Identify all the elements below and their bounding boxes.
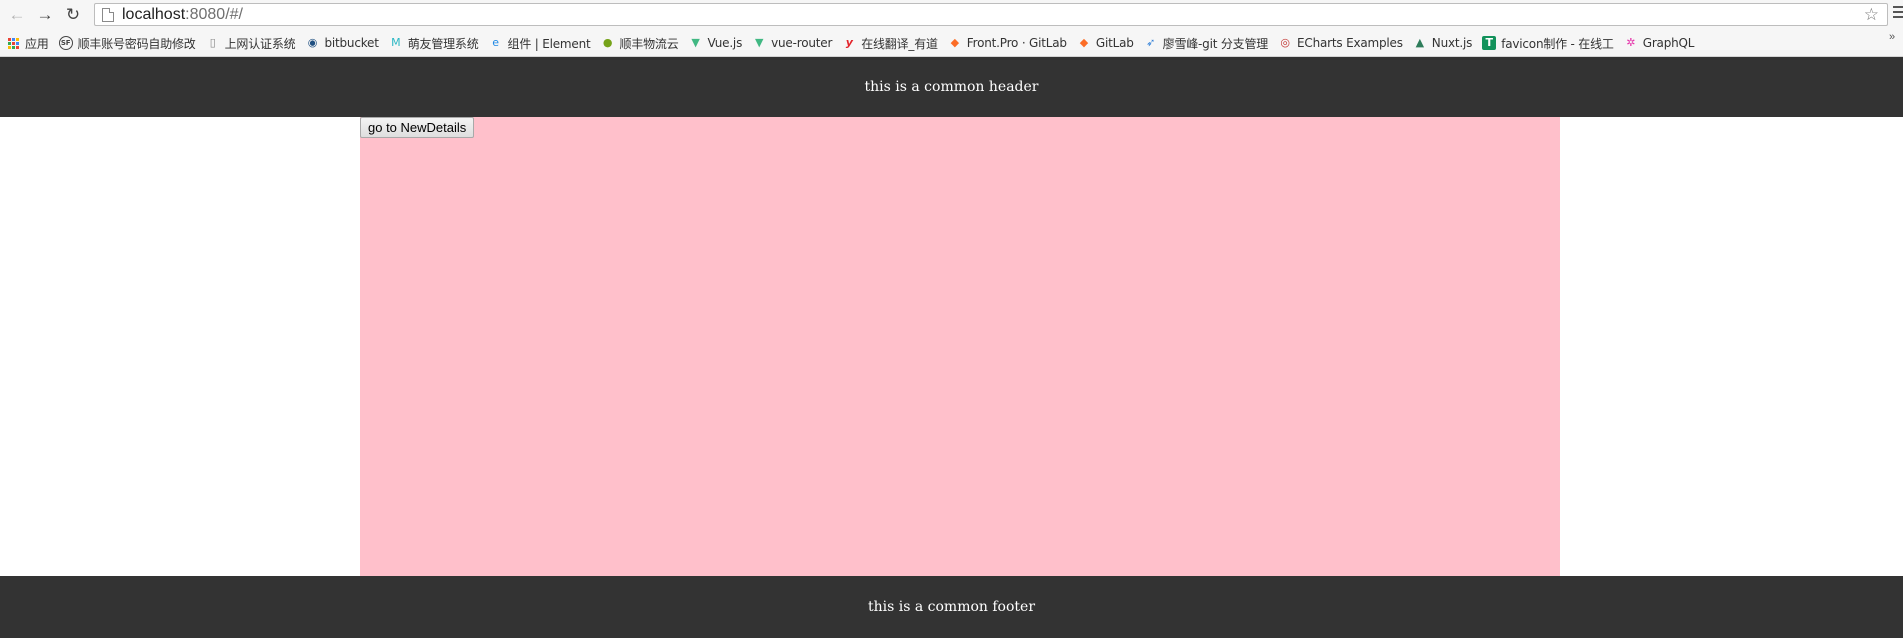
bookmark-item[interactable]: M 萌友管理系统 [389,35,479,52]
browser-menu-icon[interactable] [1893,6,1903,22]
url-host: localhost [122,5,186,23]
gitlab-icon: ◆ [950,36,959,49]
bookmark-label: 顺丰物流云 [619,36,679,51]
bookmark-item[interactable]: SF 顺丰账号密码自助修改 [58,35,196,52]
browser-toolbar: ← → ↻ localhost:8080/#/ ☆ [0,0,1903,29]
youdao-icon: y [845,36,853,49]
page-icon: ▯ [209,36,216,49]
bookmark-item[interactable]: ✲ GraphQL [1624,36,1695,50]
bookmarks-bar: 应用 SF 顺丰账号密码自助修改 ▯ 上网认证系统 ◉ bitbucket M 萌友管理系统 e 组… [0,31,1903,55]
common-footer: this is a common footer [0,576,1903,638]
bookmark-label: favicon制作 - 在线工 [1501,36,1614,51]
bookmark-label: Vue.js [707,36,743,50]
mengyou-icon: M [391,36,401,49]
bookmark-label: GitLab [1095,36,1134,50]
reload-icon[interactable]: ↻ [62,4,84,26]
bookmark-label: Nuxt.js [1431,36,1473,50]
nuxt-icon: ▲ [1415,36,1424,49]
element-icon: e [492,36,499,49]
bookmark-item[interactable]: ◎ ECharts Examples [1278,36,1403,50]
bookmark-label: 上网认证系统 [224,36,296,51]
bookmark-item[interactable]: ➶ 廖雪峰-git 分支管理 [1144,35,1268,52]
footer-text: this is a common footer [867,599,1036,615]
forward-arrow-icon[interactable]: → [34,4,56,26]
bookmark-item[interactable]: 应用 [6,35,49,52]
gitlab-icon: ◆ [1079,36,1088,49]
bookmark-item[interactable]: ● 顺丰物流云 [601,35,679,52]
bookmark-item[interactable]: ◆ GitLab [1077,36,1134,50]
bookmark-item[interactable]: Tfavicon制作 - 在线工 [1482,35,1614,52]
page-icon [102,7,114,22]
bookmark-item[interactable]: ▼ vue-router [752,36,832,50]
bookmark-label: 应用 [25,36,49,51]
vue-icon: ▼ [754,36,764,49]
url-text: localhost:8080/#/ [122,6,243,24]
browser-chrome: ← → ↻ localhost:8080/#/ ☆ 应用 SF 顺丰账号密码自助修改… [0,0,1903,57]
bookmark-star-icon[interactable]: ☆ [1864,5,1879,25]
bookmark-label: 组件 | Element [507,36,591,51]
address-bar[interactable]: localhost:8080/#/ ☆ [94,3,1888,26]
bookmark-item[interactable]: ◆ Front.Pro · GitLab [948,36,1067,50]
bookmark-item[interactable]: ▲ Nuxt.js [1413,36,1473,50]
bookmarks-overflow-icon[interactable]: » [1889,31,1903,43]
bookmark-label: bitbucket [324,36,379,50]
bookmark-item[interactable]: ▯ 上网认证系统 [206,35,296,52]
go-to-newdetails-button[interactable]: go to NewDetails [360,117,475,138]
rocket-icon: ➶ [1146,36,1156,49]
bookmark-label: ECharts Examples [1297,36,1403,50]
apps-grid-icon [6,36,20,50]
echarts-icon: ◎ [1280,36,1290,49]
bookmark-item[interactable]: y 在线翻译_有道 [842,35,938,52]
main-content: go to NewDetails [360,117,1560,576]
bookmark-label: 顺丰账号密码自助修改 [77,36,196,51]
sf-cloud-icon: ● [602,36,613,49]
bookmark-label: GraphQL [1642,36,1695,50]
bookmark-label: 萌友管理系统 [407,36,479,51]
bookmark-item[interactable]: ◉ bitbucket [305,36,379,50]
bookmark-label: 在线翻译_有道 [861,36,938,51]
favicon-icon: T [1482,36,1497,50]
bitbucket-icon: ◉ [307,36,318,49]
back-arrow-icon[interactable]: ← [6,4,28,26]
bookmark-item[interactable]: ▼ Vue.js [689,36,743,50]
bookmark-label: vue-router [771,36,833,50]
bookmark-label: Front.Pro · GitLab [966,36,1067,50]
url-path: :8080/#/ [185,5,243,23]
header-text: this is a common header [864,79,1039,95]
bookmark-item[interactable]: e 组件 | Element [489,35,591,52]
app-page: this is a common header go to NewDetails… [0,57,1903,638]
bookmark-label: 廖雪峰-git 分支管理 [1162,36,1269,51]
graphql-icon: ✲ [1626,36,1636,49]
sf-logo-icon: SF [58,36,73,50]
common-header: this is a common header [0,57,1903,117]
vue-icon: ▼ [691,36,700,49]
